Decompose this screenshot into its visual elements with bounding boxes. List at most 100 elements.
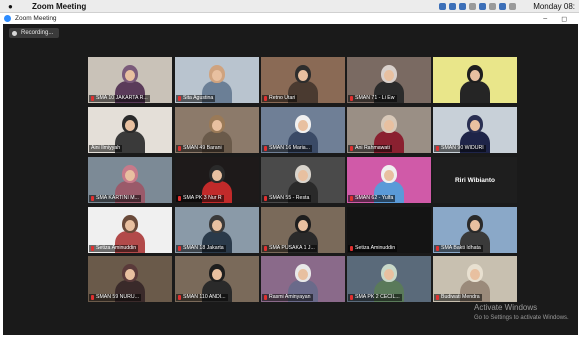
person-face: [212, 269, 222, 280]
tray-icon[interactable]: [489, 2, 497, 10]
participant-name-tag: SMA PK 2 CECIL...: [348, 294, 402, 301]
participant-name-tag: SMA PUSAKA 1 J...: [262, 245, 317, 252]
participant-tile[interactable]: SMA 10 JAKARTA R...: [88, 57, 172, 103]
participant-name: SMAN 71 - Li Ew: [355, 95, 395, 101]
person-face: [298, 70, 308, 81]
os-menu-bar: ● Zoom Meeting Monday 08:: [0, 0, 579, 13]
recording-indicator[interactable]: Recording...: [9, 28, 60, 38]
person-face: [125, 170, 135, 181]
person-face: [298, 269, 308, 280]
participant-tile[interactable]: SMAN 49 Barani: [175, 107, 259, 153]
person-face: [212, 220, 222, 231]
participant-tile[interactable]: Ani Rahmawati: [347, 107, 431, 153]
person-face: [298, 170, 308, 181]
tray-icon[interactable]: [469, 2, 477, 10]
window-title: Zoom Meeting: [15, 15, 57, 22]
participant-tile[interactable]: Riri Wibianto: [433, 157, 517, 203]
person-face: [212, 120, 222, 131]
participant-tile[interactable]: SMAN 55 - Resta: [261, 157, 345, 203]
participant-name: SMAN 62 - Yulfa: [355, 195, 394, 201]
tray-icon[interactable]: [439, 2, 447, 10]
person-face: [470, 120, 480, 131]
participant-name-tag: SMA PK 3 Nur R: [176, 195, 224, 202]
participant-name-tag: Budiwati Mendra: [434, 294, 482, 301]
participant-name-tag: Retno Utari: [262, 95, 298, 102]
muted-mic-icon: [264, 96, 267, 101]
participant-tile[interactable]: SMA PK 2 CECIL...: [347, 256, 431, 302]
participant-tile[interactable]: Sita Agustina: [175, 57, 259, 103]
app-menu-name[interactable]: Zoom Meeting: [32, 2, 86, 11]
participant-tile[interactable]: SMAN 110 ANDI...: [175, 256, 259, 302]
zoom-logo-icon: [4, 15, 11, 22]
tray-icon[interactable]: [479, 2, 487, 10]
person-face: [212, 170, 222, 181]
tray-icon[interactable]: [509, 2, 517, 10]
participant-tile[interactable]: SMAN 59 NURU...: [88, 256, 172, 302]
person-face: [384, 70, 394, 81]
muted-mic-icon: [91, 196, 94, 201]
muted-mic-icon: [350, 96, 353, 101]
participant-name: Setiza Aminuddin: [355, 245, 396, 251]
tray-icon[interactable]: [499, 2, 507, 10]
participant-name-tag: Setiza Aminuddin: [89, 245, 139, 252]
participant-name-tag: Aini Ilmiyyah: [89, 145, 123, 152]
person-face: [470, 70, 480, 81]
muted-mic-icon: [178, 196, 181, 201]
person-body: [460, 81, 490, 103]
participant-name-tag: Ani Rahmawati: [348, 145, 392, 152]
participant-name-tag: SMAN 55 - Resta: [262, 195, 312, 202]
window-title-bar: Zoom Meeting – ◻: [0, 13, 579, 24]
participant-name: SMAN 90 WIDURI: [441, 145, 484, 151]
participant-tile[interactable]: SMAN 71 - Li Ew: [347, 57, 431, 103]
participant-tile[interactable]: Setiza Aminuddin: [347, 207, 431, 253]
participant-tile[interactable]: Budiwati Mendra: [433, 256, 517, 302]
participant-tile[interactable]: Retno Utari: [261, 57, 345, 103]
person-face: [125, 70, 135, 81]
participant-name: Aini Ilmiyyah: [91, 145, 121, 151]
participant-name-display: Riri Wibianto: [454, 176, 496, 184]
person-face: [125, 269, 135, 280]
system-tray: Monday 08:: [439, 2, 575, 11]
participant-name-tag: SMAN 16 Maria...: [262, 145, 312, 152]
muted-mic-icon: [178, 96, 181, 101]
participant-name-tag: Setiza Aminuddin: [348, 245, 398, 252]
person-face: [212, 70, 222, 81]
activate-title: Activate Windows: [474, 303, 538, 312]
participant-tile[interactable]: SMAN 18 Jakarta: [175, 207, 259, 253]
participant-tile[interactable]: SMA KARTINI M...: [88, 157, 172, 203]
participant-tile[interactable]: SMAN 62 - Yulfa: [347, 157, 431, 203]
participant-tile[interactable]: Setiza Aminuddin: [88, 207, 172, 253]
recording-label: Recording...: [21, 30, 54, 36]
participant-tile[interactable]: SMA PUSAKA 1 J...: [261, 207, 345, 253]
participant-tile[interactable]: SMA PK 3 Nur R: [175, 157, 259, 203]
participant-name-tag: Sita Agustina: [176, 95, 216, 102]
tray-icon[interactable]: [459, 2, 467, 10]
muted-mic-icon: [178, 246, 181, 251]
muted-mic-icon: [91, 295, 94, 300]
participant-name: Setiza Aminuddin: [96, 245, 137, 251]
person-face: [298, 120, 308, 131]
participant-name-tag: SMAN 62 - Yulfa: [348, 195, 396, 202]
muted-mic-icon: [350, 196, 353, 201]
participant-name: SMA PUSAKA 1 J...: [269, 245, 315, 251]
participant-tile[interactable]: SMAN 16 Maria...: [261, 107, 345, 153]
participant-tile[interactable]: Aini Ilmiyyah: [88, 107, 172, 153]
clock[interactable]: Monday 08:: [533, 2, 575, 11]
participant-tile[interactable]: SMA Bakti Idhata: [433, 207, 517, 253]
participant-video: [460, 65, 490, 103]
person-face: [384, 269, 394, 280]
participant-tile[interactable]: [433, 57, 517, 103]
maximize-button[interactable]: ◻: [561, 15, 567, 23]
participant-tile[interactable]: Rasmi Aminyayan: [261, 256, 345, 302]
muted-mic-icon: [436, 246, 439, 251]
person-face: [125, 120, 135, 131]
tray-icon[interactable]: [449, 2, 457, 10]
participant-tile[interactable]: SMAN 90 WIDURI: [433, 107, 517, 153]
participant-name: SMAN 18 Jakarta: [183, 245, 224, 251]
activate-windows-watermark: Activate Windows Go to Settings to activ…: [474, 303, 569, 323]
apple-icon[interactable]: ●: [8, 2, 18, 11]
muted-mic-icon: [91, 246, 94, 251]
person-face: [470, 220, 480, 231]
minimize-button[interactable]: –: [543, 15, 547, 23]
participant-name: Sita Agustina: [183, 95, 214, 101]
